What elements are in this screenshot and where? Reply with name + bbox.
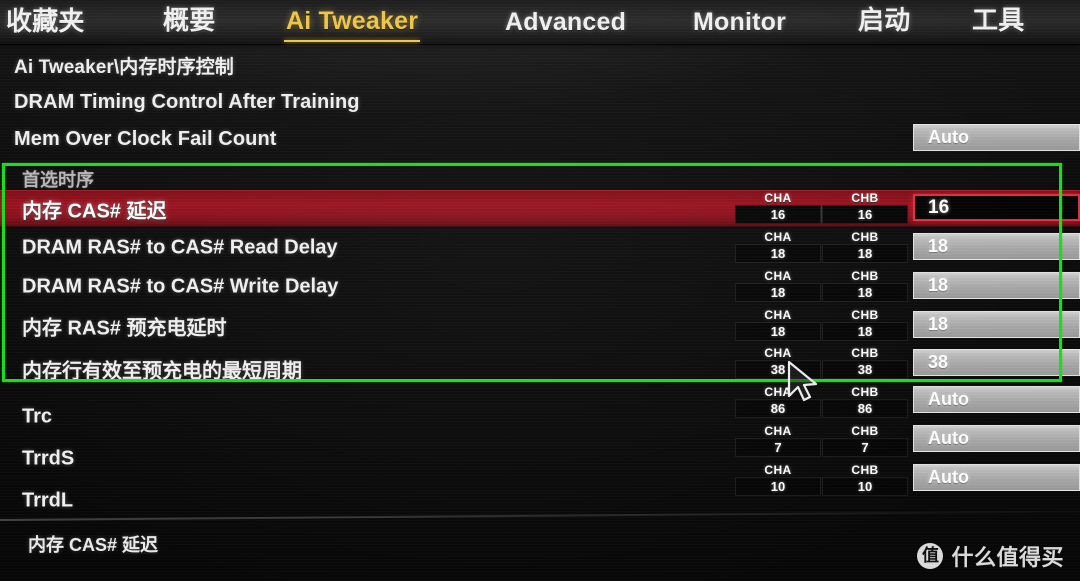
nav-tab-ai-tweaker[interactable]: Ai Tweaker — [283, 7, 421, 42]
channel-chip-chb: CHB 7 — [822, 425, 908, 457]
channel-b-value: 16 — [822, 205, 908, 224]
nav-tab-monitor-label: Monitor — [693, 8, 787, 36]
bottom-help-text: 内存 CAS# 延迟 — [28, 535, 159, 555]
watermark: 值 什么值得买 — [917, 540, 1064, 572]
channel-chip-cha: CHA 38 — [735, 347, 821, 379]
bios-screen: 收藏夹 概要 Ai Tweaker Advanced Monitor 启动 工具… — [0, 0, 1080, 581]
channel-chip-chb: CHB 18 — [822, 309, 908, 341]
channel-a-value: 10 — [735, 477, 821, 496]
nav-tab-advanced[interactable]: Advanced — [505, 10, 626, 37]
nav-tab-main-label: 概要 — [163, 6, 216, 36]
channel-chip-chb: CHB 38 — [822, 347, 908, 379]
nav-tab-favorites-label: 收藏夹 — [6, 7, 85, 37]
value-field[interactable]: 16 — [913, 194, 1080, 221]
value-field-text: 16 — [928, 196, 950, 218]
value-field[interactable]: 18 — [913, 272, 1080, 299]
main-navigation-bar: 收藏夹 概要 Ai Tweaker Advanced Monitor 启动 工具 — [0, 0, 1080, 44]
value-field[interactable]: 38 — [913, 349, 1080, 376]
channel-chip-chb: CHB 10 — [822, 464, 908, 496]
channel-b-label: CHB — [851, 191, 879, 205]
channel-a-label: CHA — [764, 191, 792, 205]
channel-b-label: CHB — [851, 424, 879, 438]
channel-b-label: CHB — [851, 230, 879, 244]
channel-chip-chb: CHB 18 — [822, 231, 908, 263]
channel-b-value: 18 — [822, 244, 908, 263]
section-header-primary-timings: 首选时序 — [22, 170, 94, 190]
channel-a-label: CHA — [764, 308, 792, 322]
channel-chip-cha: CHA 86 — [735, 386, 821, 418]
channel-chip-chb: CHB 18 — [822, 270, 908, 302]
watermark-badge-icon: 值 — [917, 543, 944, 569]
value-field[interactable]: 18 — [913, 233, 1080, 260]
nav-tab-advanced-label: Advanced — [505, 8, 627, 36]
channel-b-value: 18 — [822, 322, 908, 341]
channel-a-value: 18 — [735, 244, 821, 263]
setting-label: DRAM RAS# to CAS# Read Delay — [22, 236, 338, 258]
channel-b-value: 86 — [822, 399, 908, 418]
channel-a-label: CHA — [764, 385, 792, 399]
value-field-text: 18 — [928, 314, 949, 334]
value-field[interactable]: 18 — [913, 311, 1080, 338]
setting-label: 内存 RAS# 预充电延时 — [22, 317, 227, 339]
channel-a-label: CHA — [764, 269, 792, 283]
nav-tab-favorites[interactable]: 收藏夹 — [6, 9, 85, 37]
nav-tab-monitor[interactable]: Monitor — [693, 10, 786, 37]
value-field-text: 18 — [928, 275, 949, 295]
channel-a-value: 16 — [735, 205, 821, 224]
value-field-text: 18 — [928, 236, 949, 256]
channel-a-value: 7 — [735, 438, 821, 457]
channel-a-label: CHA — [764, 346, 792, 360]
channel-a-value: 38 — [735, 360, 821, 379]
nav-tab-tool[interactable]: 工具 — [972, 8, 1024, 36]
channel-chip-cha: CHA 7 — [735, 425, 821, 457]
value-field-text: 38 — [928, 352, 949, 372]
watermark-text: 什么值得买 — [951, 546, 1064, 571]
setting-label: TrrdS — [22, 447, 75, 469]
setting-label: DRAM RAS# to CAS# Write Delay — [22, 275, 339, 297]
channel-b-label: CHB — [851, 463, 879, 477]
channel-b-label: CHB — [851, 308, 879, 322]
channel-a-label: CHA — [764, 463, 792, 477]
channel-b-label: CHB — [851, 385, 879, 399]
setting-label: TrrdL — [22, 489, 74, 511]
setting-label: 内存行有效至预充电的最短周期 — [22, 360, 302, 382]
channel-b-label: CHB — [851, 346, 879, 360]
channel-b-label: CHB — [851, 269, 879, 283]
value-field[interactable]: Auto — [913, 425, 1080, 452]
channel-chip-cha: CHA 16 — [735, 192, 821, 224]
nav-tab-tool-label: 工具 — [972, 6, 1025, 36]
channel-chip-cha: CHA 10 — [735, 464, 821, 496]
channel-b-value: 10 — [822, 477, 908, 496]
value-field[interactable]: Auto — [913, 464, 1080, 491]
nav-tab-main[interactable]: 概要 — [163, 8, 215, 36]
value-field-text: Auto — [928, 389, 969, 409]
channel-b-value: 18 — [822, 283, 908, 302]
channel-chip-cha: CHA 18 — [735, 270, 821, 302]
channel-chip-chb: CHB 86 — [822, 386, 908, 418]
nav-tab-boot-label: 启动 — [858, 6, 911, 36]
value-field[interactable]: Auto — [913, 386, 1080, 413]
nav-tab-boot[interactable]: 启动 — [858, 8, 910, 36]
channel-chip-chb: CHB 16 — [822, 192, 908, 224]
settings-list: 首选时序 内存 CAS# 延迟 CHA 16 CHB 16 16 DRAM RA… — [0, 0, 1080, 581]
channel-chip-cha: CHA 18 — [735, 309, 821, 341]
channel-b-value: 38 — [822, 360, 908, 379]
channel-a-value: 18 — [735, 322, 821, 341]
channel-chip-cha: CHA 18 — [735, 231, 821, 263]
value-field-text: Auto — [928, 428, 969, 448]
channel-a-value: 86 — [735, 399, 821, 418]
channel-b-value: 7 — [822, 438, 908, 457]
value-field-text: Auto — [928, 467, 969, 487]
channel-a-value: 18 — [735, 283, 821, 302]
setting-label: Trc — [22, 405, 53, 427]
setting-label: 内存 CAS# 延迟 — [22, 200, 167, 222]
channel-a-label: CHA — [764, 424, 792, 438]
nav-tab-ai-tweaker-label: Ai Tweaker — [286, 7, 419, 35]
channel-a-label: CHA — [764, 230, 792, 244]
